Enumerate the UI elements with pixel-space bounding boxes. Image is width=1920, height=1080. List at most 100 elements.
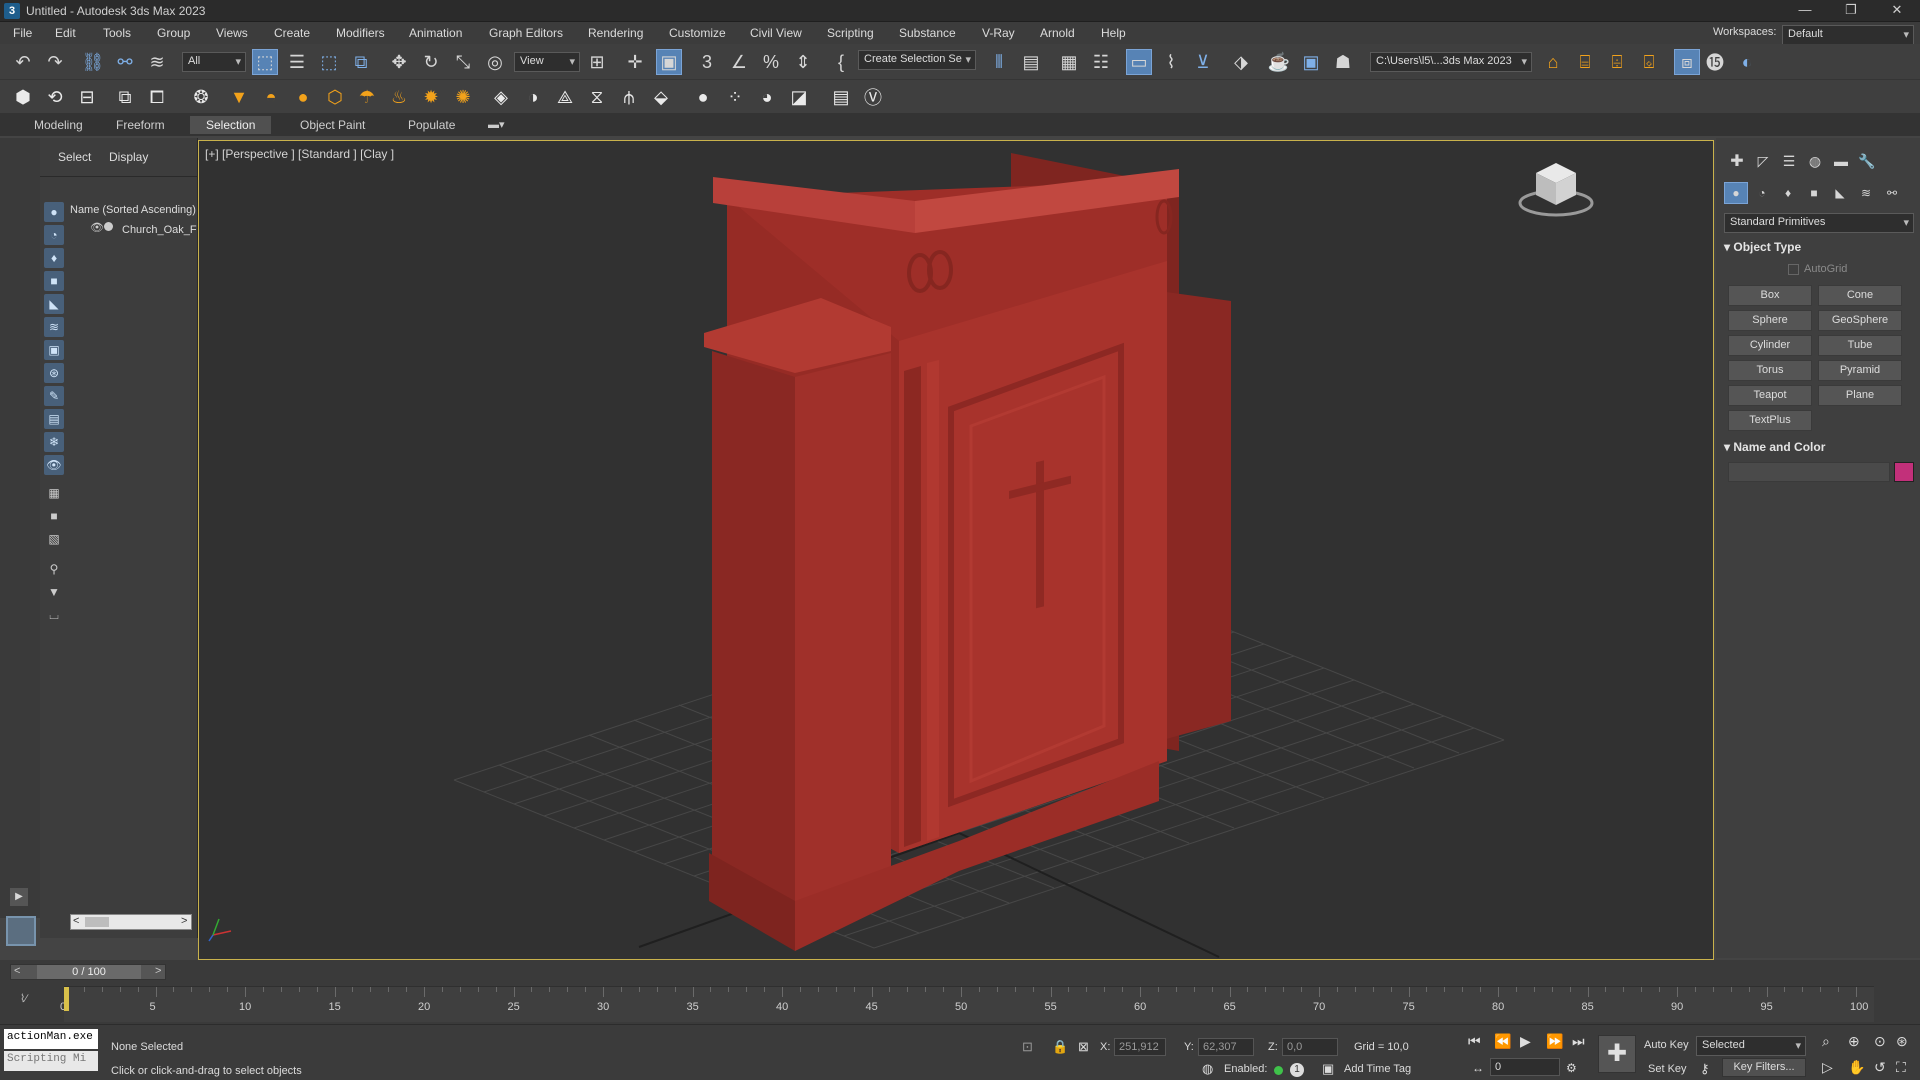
ribbon-toggle-icon[interactable]: ▭	[1126, 49, 1152, 75]
scroll-right-icon[interactable]: >	[181, 915, 187, 927]
redo-icon[interactable]: ↷	[42, 49, 68, 75]
multi-material-icon[interactable]: ⁘	[722, 84, 748, 110]
grass-icon[interactable]: ⫛	[616, 84, 642, 110]
menu-help[interactable]: Help	[1101, 26, 1126, 40]
helpers-category-icon[interactable]: ◣	[1828, 182, 1852, 204]
edit-named-selection-icon[interactable]: {	[828, 49, 854, 75]
spinner-snap-icon[interactable]: ⇕	[790, 49, 816, 75]
pivot-center-icon[interactable]: ⊞	[584, 49, 610, 75]
scene-explorer-icon[interactable]: ▦	[1056, 49, 1082, 75]
torus-button[interactable]: Torus	[1728, 360, 1812, 381]
archive-icon[interactable]: ⊟	[74, 84, 100, 110]
xref-icon[interactable]: ⧉	[112, 84, 138, 110]
viewport-layout-icon[interactable]	[6, 916, 36, 946]
ambient-light-icon[interactable]: ✺	[450, 84, 476, 110]
hierarchy-panel-icon[interactable]: ☰	[1776, 148, 1802, 174]
select-children-icon[interactable]: ⌴	[44, 605, 64, 625]
reference-coordinate-dropdown[interactable]: View	[514, 52, 580, 72]
fur-icon[interactable]: ⧖	[584, 84, 610, 110]
display-invert-icon[interactable]: ▧	[44, 529, 64, 549]
create-panel-icon[interactable]: ✚	[1724, 148, 1750, 174]
tab-modeling[interactable]: Modeling	[18, 116, 99, 134]
menu-views[interactable]: Views	[216, 26, 248, 40]
find-filter-icon[interactable]: ⚲	[44, 559, 64, 579]
key-filters-button[interactable]: Key Filters...	[1722, 1058, 1806, 1077]
select-manipulate-icon[interactable]: ✛	[622, 49, 648, 75]
scene-tab-select[interactable]: Select	[58, 150, 91, 164]
menu-vray[interactable]: V-Ray	[982, 26, 1015, 40]
material-browser-icon[interactable]: ◕	[754, 84, 780, 110]
scale-icon[interactable]: ⤡	[450, 49, 476, 75]
next-frame-icon[interactable]: ⏩	[1546, 1033, 1563, 1050]
go-to-start-icon[interactable]: ⏮	[1468, 1033, 1481, 1050]
current-frame-field[interactable]: 0	[1490, 1058, 1560, 1076]
pyramid-button[interactable]: Pyramid	[1818, 360, 1902, 381]
z-coordinate-field[interactable]: 0,0	[1282, 1038, 1338, 1056]
filter-groups-icon[interactable]: ▣	[44, 340, 64, 360]
skylight-icon[interactable]: ◓	[258, 84, 284, 110]
systems-category-icon[interactable]: ⚯	[1880, 182, 1904, 204]
zoom-extents-all-icon[interactable]: ⊛	[1896, 1033, 1908, 1050]
plane-icon[interactable]: ⟁	[552, 84, 578, 110]
orbit-icon[interactable]: ↺	[1874, 1059, 1886, 1076]
curve-editor-icon[interactable]: ⌇	[1158, 49, 1184, 75]
viewcube-icon[interactable]	[1518, 163, 1594, 217]
sun-icon[interactable]: ●	[290, 84, 316, 110]
menu-animation[interactable]: Animation	[409, 26, 462, 40]
menu-edit[interactable]: Edit	[55, 26, 76, 40]
menu-file[interactable]: File	[13, 26, 32, 40]
maxscript-mini-listener[interactable]: Scripting Mi	[4, 1051, 98, 1071]
menu-graph-editors[interactable]: Graph Editors	[489, 26, 563, 40]
display-none-icon[interactable]: ■	[44, 506, 64, 526]
filter-hidden-icon[interactable]: 👁	[44, 455, 64, 475]
rect-selection-icon[interactable]: ⬚	[316, 49, 342, 75]
material-ball-icon[interactable]: ●	[690, 84, 716, 110]
menu-create[interactable]: Create	[274, 26, 310, 40]
tab-freeform[interactable]: Freeform	[100, 116, 181, 134]
geosphere-button[interactable]: GeoSphere	[1818, 310, 1902, 331]
isolate-toggle-icon[interactable]: ⧈	[1674, 49, 1700, 75]
container-icon[interactable]: ⬢	[10, 84, 36, 110]
material-editor-icon[interactable]: ⬗	[1228, 49, 1254, 75]
cameras-category-icon[interactable]: ■	[1802, 182, 1826, 204]
scene-item-church-oak[interactable]: Church_Oak_F	[122, 224, 197, 236]
filter-geometry-icon[interactable]: ●	[44, 202, 64, 222]
menu-modifiers[interactable]: Modifiers	[336, 26, 385, 40]
scene-column-header[interactable]: Name (Sorted Ascending)	[70, 204, 198, 216]
rollout-object-type[interactable]: ▾ Object Type	[1724, 240, 1801, 254]
project-folder-icon[interactable]: ⌂	[1540, 49, 1566, 75]
visibility-eye-icon[interactable]: 👁	[90, 221, 104, 234]
tab-object-paint[interactable]: Object Paint	[284, 116, 381, 134]
paint-deform-icon[interactable]: ⟲	[42, 84, 68, 110]
minimize-icon[interactable]: —	[1782, 0, 1828, 22]
rotate-icon[interactable]: ↻	[418, 49, 444, 75]
menu-rendering[interactable]: Rendering	[588, 26, 643, 40]
filter-funnel-icon[interactable]: ▼	[44, 582, 64, 602]
close-icon[interactable]: ✕	[1874, 0, 1920, 22]
maximize-viewport-icon[interactable]: ⛶	[1896, 1059, 1906, 1076]
layer-explorer-icon[interactable]: ☷	[1088, 49, 1114, 75]
geometry-category-icon[interactable]: ●	[1724, 182, 1748, 204]
move-icon[interactable]: ✥	[386, 49, 412, 75]
cone-button[interactable]: Cone	[1818, 285, 1902, 306]
help-search-icon[interactable]: ◐	[1734, 49, 1760, 75]
adaptive-degradation-icon[interactable]: ◍	[1202, 1061, 1213, 1077]
slider-next-icon[interactable]: >	[155, 965, 161, 977]
time-slider[interactable]: < 0 / 100 >	[10, 964, 166, 980]
sphere-button[interactable]: Sphere	[1728, 310, 1812, 331]
zoom-all-icon[interactable]: ⊕	[1848, 1033, 1860, 1050]
ribbon-options-icon[interactable]: ▬▾	[488, 118, 505, 131]
angle-snap-icon[interactable]: ∠	[726, 49, 752, 75]
isolate-selection-icon[interactable]: ⊡	[1022, 1039, 1033, 1055]
selection-filter-dropdown[interactable]: All	[182, 52, 246, 72]
lights-category-icon[interactable]: ♦	[1776, 182, 1800, 204]
set-project-icon[interactable]: ⌸	[1572, 49, 1598, 75]
volume-icon[interactable]: ⬙	[648, 84, 674, 110]
sphere-proxy-icon[interactable]: ◑	[520, 84, 546, 110]
filter-xrefs-icon[interactable]: ⊛	[44, 363, 64, 383]
dome-light-icon[interactable]: ⬡	[322, 84, 348, 110]
info-icon[interactable]: 1	[1290, 1063, 1304, 1077]
zoom-extents-icon[interactable]: ⊙	[1874, 1033, 1886, 1050]
render-production-icon[interactable]: ☗	[1330, 49, 1356, 75]
pan-view-icon[interactable]: ✋	[1848, 1059, 1865, 1076]
